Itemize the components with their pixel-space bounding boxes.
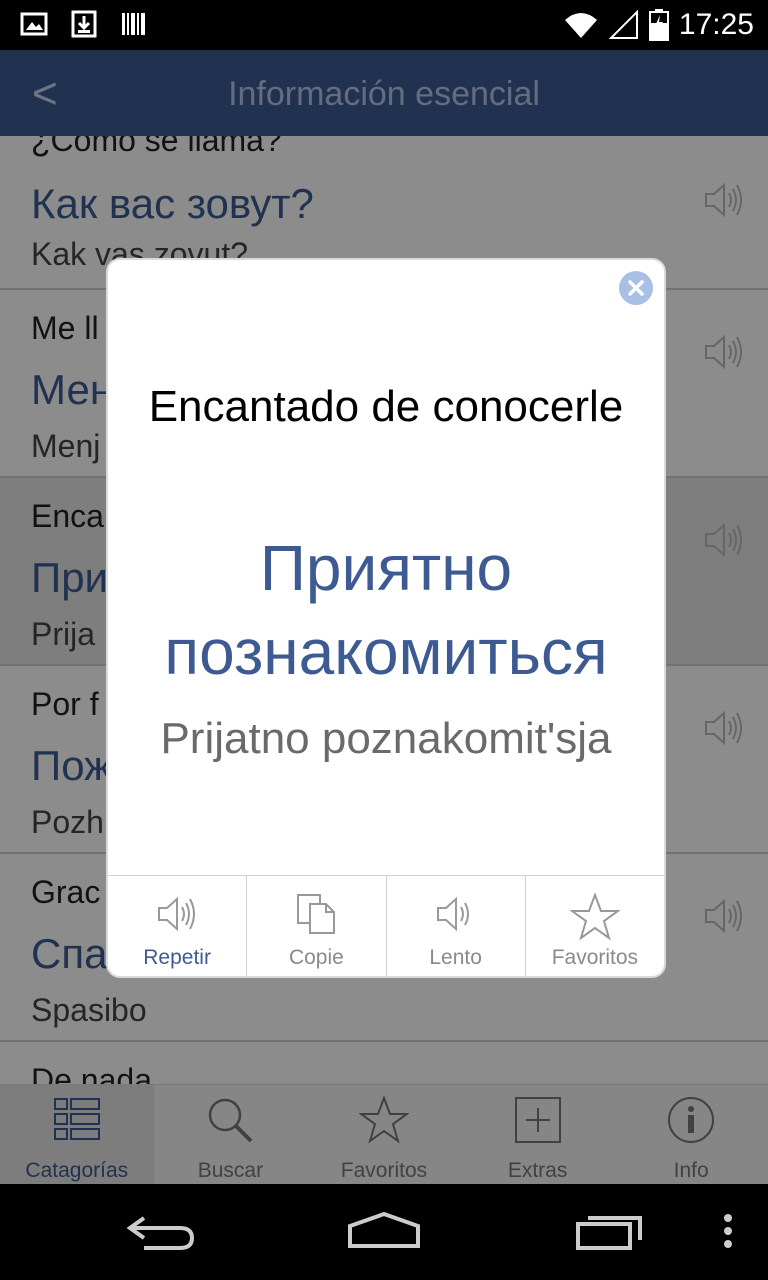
navigation-bar — [0, 1184, 768, 1280]
slow-button[interactable]: Lento — [387, 876, 526, 976]
download-notification-icon — [71, 10, 97, 38]
status-bar: 17:25 — [0, 0, 768, 50]
action-label: Repetir — [143, 946, 211, 969]
phrase-dialog: Encantado de conocerle Приятно познакоми… — [106, 258, 666, 978]
speaker-icon — [158, 896, 196, 932]
recent-apps-icon[interactable] — [574, 1210, 646, 1252]
dialog-actions: Repetir Copie Lento Favoritos — [108, 875, 664, 976]
dialog-source-text: Encantado de conocerle — [148, 382, 624, 431]
copy-icon — [297, 894, 336, 934]
wifi-icon — [564, 13, 597, 38]
gallery-notification-icon — [20, 12, 48, 36]
back-nav-icon[interactable] — [124, 1210, 196, 1252]
favorite-button[interactable]: Favoritos — [526, 876, 664, 976]
signal-icon — [608, 10, 638, 39]
home-nav-icon[interactable] — [346, 1210, 422, 1252]
copy-button[interactable]: Copie — [247, 876, 387, 976]
action-label: Lento — [429, 946, 482, 969]
barcode-notification-icon — [122, 13, 145, 35]
action-label: Copie — [288, 946, 344, 969]
dialog-russian-text: Приятно познакомиться — [164, 532, 608, 688]
repeat-button[interactable]: Repetir — [108, 876, 248, 976]
battery-icon — [648, 9, 669, 41]
action-label: Favoritos — [551, 946, 639, 969]
star-icon — [569, 892, 620, 941]
dialog-transliteration: Prijatno poznakomit'sja — [160, 714, 612, 763]
overflow-menu-icon[interactable] — [718, 1210, 738, 1252]
clock: 17:25 — [678, 8, 754, 41]
close-icon[interactable] — [618, 270, 654, 306]
speaker-icon — [436, 896, 469, 932]
